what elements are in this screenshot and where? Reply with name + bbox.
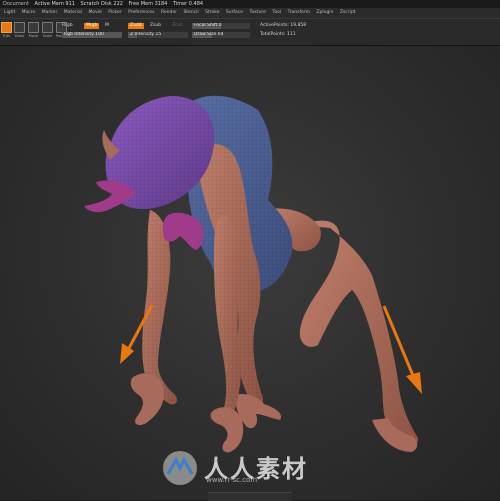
z-intensity-slider[interactable]: Z Intensity 15 [128,32,188,38]
sculpt-canvas[interactable] [0,46,500,500]
menu-marker[interactable]: Marker [42,10,58,15]
scratch-disk-stat: Scratch Disk 222 [80,1,123,7]
front-center-arm-mesh [214,215,241,418]
menu-movie[interactable]: Movie [88,10,101,15]
main-menu-bar: Light Macro Marker Material Movie Picker… [0,8,500,19]
move-icon [28,22,39,33]
zsub-toggle[interactable]: Zsub [150,22,161,29]
watermark-logo-icon [163,451,197,485]
menu-light[interactable]: Light [4,10,15,15]
front-left-claw [130,373,165,426]
draw-size-label: Draw Size [194,32,217,37]
menu-material[interactable]: Material [64,10,82,15]
active-points-label: ActivePoints: [260,23,289,28]
focal-shift-label: Focal Shift [194,23,218,28]
z-intensity-value: 15 [155,32,162,37]
arrow-left-head [120,343,134,364]
menu-render[interactable]: Render [161,10,177,15]
free-mem-stat: Free Mem 3184 [128,1,168,7]
title-bar: Document Active Mem 911 Scratch Disk 222… [0,0,500,8]
canvas-viewport[interactable] [0,46,500,500]
menu-transform[interactable]: Transform [288,10,310,15]
edit-icon [1,22,12,33]
move-tool-button[interactable]: Move [28,22,39,38]
active-mem-stat: Active Mem 911 [34,1,75,7]
m-toggle[interactable]: M [105,22,109,29]
watermark: 人人素材 www.rr-sc.com [158,446,348,490]
rgb-label[interactable]: Rrgb [62,22,73,29]
menu-macro[interactable]: Macro [22,10,36,15]
zcut-toggle[interactable]: Zcut [172,22,182,29]
far-back-leg [299,220,419,443]
arrow-right-head [406,372,422,394]
draw-icon [14,22,25,33]
menu-stroke[interactable]: Stroke [205,10,219,15]
draw-tool-button[interactable]: Draw [14,22,25,38]
rgb-intensity-value: 100 [95,32,104,37]
menu-picker[interactable]: Picker [108,10,121,15]
top-shelf-toolbar: Edit Draw Move Scale Rotate Rrgb Mrgb M … [0,19,500,46]
focal-shift-value: 0 [218,23,222,28]
menu-preferences[interactable]: Preferences [128,10,154,15]
focal-shift-slider[interactable]: Focal Shift 0 [192,23,250,29]
creature-model[interactable] [84,95,419,453]
draw-size-slider[interactable]: Draw Size 64 [192,32,250,38]
menu-texture[interactable]: Texture [249,10,265,15]
watermark-url: www.rr-sc.com [206,476,258,484]
z-intensity-label: Z Intensity [130,32,155,37]
document-menu[interactable]: Document [3,1,29,7]
rgb-intensity-label: Rgb Intensity [64,32,94,37]
draw-size-value: 64 [217,32,224,37]
menu-zplugin[interactable]: Zplugin [316,10,333,15]
menu-stencil[interactable]: Stencil [183,10,198,15]
zadd-toggle[interactable]: Zadd [128,23,144,29]
menu-surface[interactable]: Surface [226,10,243,15]
total-points-readout: TotalPoints: 111 [260,31,296,38]
active-points-readout: ActivePoints: 19,858 [260,22,306,29]
menu-zscript[interactable]: Zscript [340,10,356,15]
mrgb-toggle[interactable]: Mrgb [84,23,100,29]
scale-tool-button[interactable]: Scale [42,22,53,38]
menu-tool[interactable]: Tool [272,10,281,15]
total-points-label: TotalPoints: [260,32,286,37]
active-points-value: 19,858 [290,23,307,28]
total-points-value: 111 [286,32,296,37]
rgb-intensity-slider[interactable]: Rgb Intensity 100 [62,32,122,38]
timer-stat: Timer 0.484 [172,1,204,7]
scale-icon [42,22,53,33]
edit-tool-button[interactable]: Edit [1,22,12,38]
